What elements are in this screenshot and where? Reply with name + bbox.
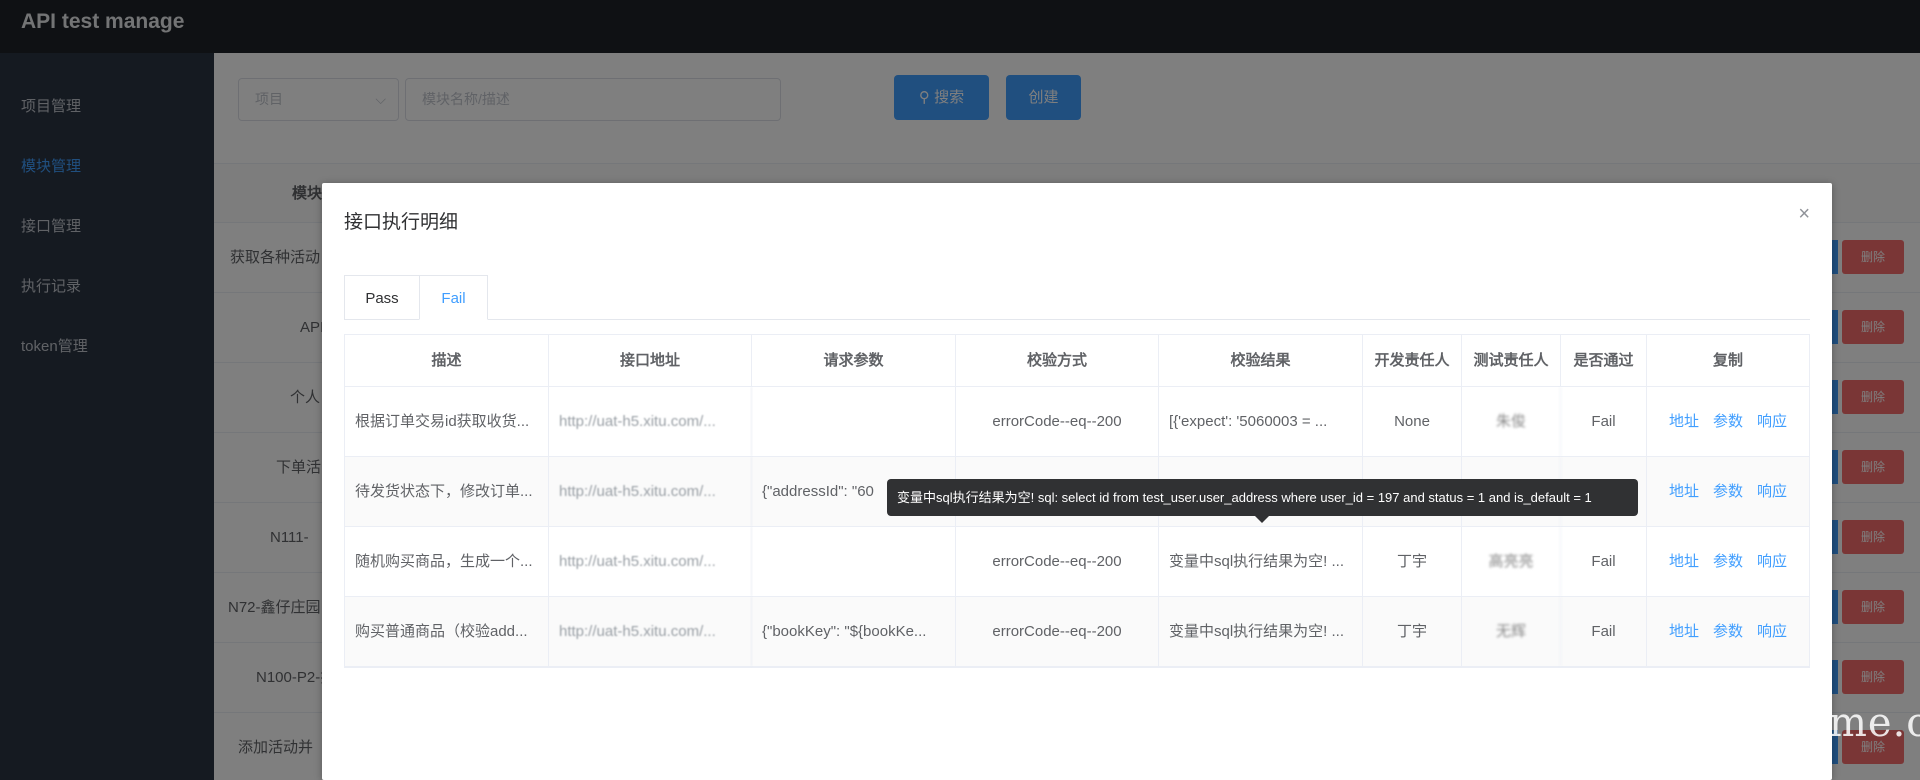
- cell-desc: 购买普通商品（校验add...: [345, 597, 549, 666]
- column-header-copy: 复制: [1712, 352, 1743, 369]
- cell-params: {"bookKey": "${bookKe...: [752, 597, 956, 666]
- cell-result[interactable]: 变量中sql执行结果为空! ...: [1159, 597, 1363, 666]
- copy-address-link[interactable]: 地址: [1669, 483, 1699, 500]
- table-row: 根据订单交易id获取收货... http://uat-h5.xitu.com/.…: [345, 387, 1809, 457]
- tab-pass[interactable]: Pass: [344, 275, 420, 320]
- copy-response-link[interactable]: 响应: [1757, 553, 1787, 570]
- copy-address-link[interactable]: 地址: [1669, 413, 1699, 430]
- cell-result[interactable]: [{'expect': '5060003 = ...: [1159, 387, 1363, 456]
- cell-result[interactable]: 变量中sql执行结果为空! ...: [1159, 527, 1363, 596]
- column-header-url: 接口地址: [549, 335, 752, 386]
- cell-pass: Fail: [1561, 387, 1647, 456]
- cell-check: errorCode--eq--200: [956, 597, 1159, 666]
- copy-response-link[interactable]: 响应: [1757, 413, 1787, 430]
- copy-params-link[interactable]: 参数: [1713, 553, 1743, 570]
- copy-response-link[interactable]: 响应: [1757, 623, 1787, 640]
- table-row: 随机购买商品，生成一个... http://uat-h5.xitu.com/..…: [345, 527, 1809, 597]
- cell-params: [752, 387, 956, 456]
- cell-copy: 地址 参数 响应: [1647, 597, 1809, 666]
- column-header-pass: 是否通过: [1561, 335, 1647, 386]
- result-tabs: Pass Fail: [344, 275, 1810, 320]
- cell-desc: 随机购买商品，生成一个...: [345, 527, 549, 596]
- tab-fail[interactable]: Fail: [419, 275, 488, 320]
- cell-copy: 地址 参数 响应: [1647, 527, 1809, 596]
- copy-params-link[interactable]: 参数: [1713, 413, 1743, 430]
- column-header-tester: 测试责任人: [1462, 335, 1561, 386]
- cell-copy: 地址 参数 响应: [1647, 387, 1809, 456]
- cell-dev: 丁宇: [1363, 527, 1462, 596]
- dialog-title: 接口执行明细: [344, 212, 459, 233]
- cell-url: http://uat-h5.xitu.com/...: [549, 527, 752, 596]
- copy-params-link[interactable]: 参数: [1713, 483, 1743, 500]
- table-header: 描述 接口地址 请求参数 校验方式 校验结果 开发责任人 测试责任人 是否通过 …: [345, 335, 1809, 387]
- cell-desc: 根据订单交易id获取收货...: [345, 387, 549, 456]
- cell-dev: 丁宇: [1363, 597, 1462, 666]
- cell-copy: 地址 参数 响应: [1647, 457, 1809, 526]
- result-tooltip: 变量中sql执行结果为空! sql: select id from test_u…: [887, 479, 1638, 516]
- column-header-result: 校验结果: [1159, 335, 1363, 386]
- cell-url: http://uat-h5.xitu.com/...: [549, 387, 752, 456]
- cell-check: errorCode--eq--200: [956, 387, 1159, 456]
- cell-tester: 高亮亮: [1462, 527, 1561, 596]
- column-header-dev: 开发责任人: [1363, 335, 1462, 386]
- column-header-params: 请求参数: [752, 335, 956, 386]
- cell-url: http://uat-h5.xitu.com/...: [549, 457, 752, 526]
- close-icon[interactable]: ×: [1798, 203, 1810, 226]
- copy-address-link[interactable]: 地址: [1669, 553, 1699, 570]
- cell-tester: 无辉: [1462, 597, 1561, 666]
- watermark: testerhome.com: [1652, 700, 1920, 746]
- cell-desc: 待发货状态下，修改订单...: [345, 457, 549, 526]
- cell-params: [752, 527, 956, 596]
- cell-pass: Fail: [1561, 527, 1647, 596]
- cell-check: errorCode--eq--200: [956, 527, 1159, 596]
- cell-tester: 朱俊: [1462, 387, 1561, 456]
- tooltip-arrow: [1255, 516, 1269, 523]
- cell-pass: Fail: [1561, 597, 1647, 666]
- column-header-desc: 描述: [345, 335, 549, 386]
- column-header-check: 校验方式: [956, 335, 1159, 386]
- copy-address-link[interactable]: 地址: [1669, 623, 1699, 640]
- copy-params-link[interactable]: 参数: [1713, 623, 1743, 640]
- copy-response-link[interactable]: 响应: [1757, 483, 1787, 500]
- cell-dev: None: [1363, 387, 1462, 456]
- table-row: 购买普通商品（校验add... http://uat-h5.xitu.com/.…: [345, 597, 1809, 667]
- cell-url: http://uat-h5.xitu.com/...: [549, 597, 752, 666]
